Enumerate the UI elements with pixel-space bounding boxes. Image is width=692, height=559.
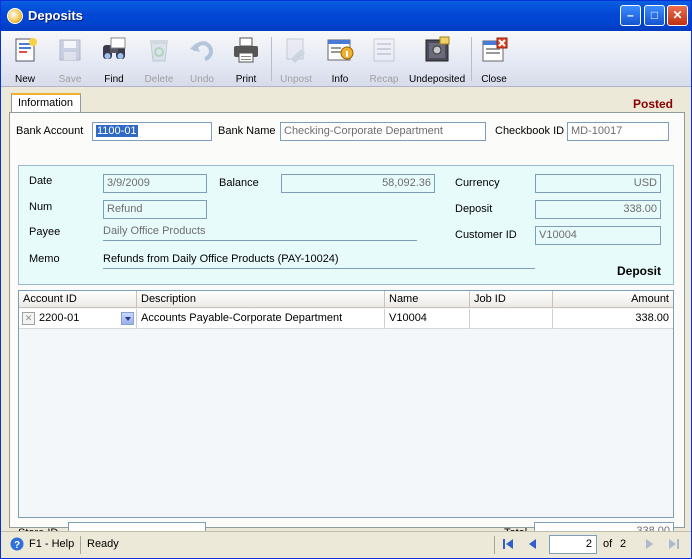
row-delete-icon[interactable]: ✕ — [22, 312, 35, 325]
form-content: Information Posted Bank Account 1100-01 … — [5, 90, 687, 541]
app-icon — [7, 8, 23, 24]
posted-status: Posted — [632, 97, 673, 111]
close-form-icon — [479, 35, 509, 65]
undeposited-button[interactable]: Undeposited — [409, 33, 465, 85]
minimize-button[interactable]: – — [620, 5, 641, 26]
memo-field[interactable]: Refunds from Daily Office Products (PAY-… — [103, 250, 535, 269]
deposit-amount-field[interactable]: 338.00 — [535, 200, 661, 219]
find-button[interactable]: Find — [97, 33, 131, 85]
save-button[interactable]: Save — [53, 33, 87, 85]
title-bar[interactable]: Deposits – □ ✕ — [1, 1, 691, 31]
tab-information[interactable]: Information — [11, 93, 81, 113]
payee-label: Payee — [29, 226, 61, 238]
recap-button[interactable]: Recap — [367, 33, 401, 85]
page-number-input[interactable]: 2 — [549, 535, 597, 554]
info-icon — [325, 35, 355, 65]
safe-icon — [422, 35, 452, 65]
column-amount[interactable]: Amount — [553, 291, 673, 308]
num-field[interactable]: Refund — [103, 200, 207, 219]
page-of-label: of — [603, 538, 613, 550]
toolbar-separator — [271, 37, 272, 81]
undo-arrow-icon — [187, 35, 217, 65]
balance-label: Balance — [219, 177, 259, 189]
deposit-amount-label: Deposit — [455, 203, 493, 215]
delete-button[interactable]: Delete — [141, 33, 177, 85]
bank-account-field[interactable]: 1100-01 — [92, 122, 212, 141]
new-document-icon — [10, 35, 40, 65]
first-record-icon[interactable] — [501, 537, 515, 551]
name-cell[interactable]: V10004 — [385, 309, 470, 329]
table-row[interactable]: ✕ 2200-01 Accounts Payable-Corporate Dep… — [19, 309, 673, 329]
new-button[interactable]: New — [7, 33, 43, 85]
memo-label: Memo — [29, 253, 60, 265]
currency-label: Currency — [455, 177, 500, 189]
total-pages: 2 — [620, 538, 627, 550]
payee-field[interactable]: Daily Office Products — [103, 222, 417, 241]
undo-button[interactable]: Undo — [185, 33, 219, 85]
bank-account-label: Bank Account — [16, 125, 84, 137]
close-button[interactable]: Close — [477, 33, 511, 85]
description-cell[interactable]: Accounts Payable-Corporate Department — [137, 309, 385, 329]
amount-cell[interactable]: 338.00 — [553, 309, 673, 329]
num-label: Num — [29, 201, 53, 213]
recycle-bin-icon — [144, 35, 174, 65]
checkbook-id-label: Checkbook ID — [495, 125, 565, 137]
window-title: Deposits — [28, 8, 83, 23]
next-record-icon[interactable] — [643, 537, 657, 551]
toolbar-separator — [471, 37, 472, 81]
help-icon[interactable]: ? — [10, 537, 24, 554]
unpost-button[interactable]: Unpost — [277, 33, 315, 85]
balance-field: 58,092.36 — [281, 174, 435, 193]
transaction-type-label: Deposit — [616, 264, 661, 278]
customer-id-field[interactable]: V10004 — [535, 226, 661, 245]
status-text: Ready — [87, 538, 119, 550]
deposits-window: Deposits – □ ✕ New Save Find Delete Undo… — [0, 0, 692, 559]
column-description[interactable]: Description — [137, 291, 385, 308]
status-bar: ? F1 - Help Ready 2 of 2 — [1, 531, 691, 558]
last-record-icon[interactable] — [667, 537, 681, 551]
printer-icon — [231, 35, 261, 65]
job-id-cell[interactable] — [470, 309, 553, 329]
column-account-id[interactable]: Account ID — [19, 291, 137, 308]
print-button[interactable]: Print — [229, 33, 263, 85]
column-name[interactable]: Name — [385, 291, 470, 308]
unpost-icon — [281, 35, 311, 65]
bank-name-field[interactable]: Checking-Corporate Department — [280, 122, 486, 141]
previous-record-icon[interactable] — [525, 537, 539, 551]
binoculars-icon — [99, 35, 129, 65]
deposit-detail-grid: Account ID Description Name Job ID Amoun… — [18, 290, 674, 518]
currency-field[interactable]: USD — [535, 174, 661, 193]
customer-id-label: Customer ID — [455, 229, 517, 241]
account-dropdown-icon[interactable] — [121, 312, 134, 325]
help-label[interactable]: F1 - Help — [29, 538, 74, 550]
toolbar: New Save Find Delete Undo Print Unpost I… — [1, 31, 691, 87]
column-job-id[interactable]: Job ID — [470, 291, 553, 308]
account-id-cell[interactable]: ✕ 2200-01 — [19, 309, 137, 329]
recap-icon — [369, 35, 399, 65]
date-label: Date — [29, 175, 53, 187]
close-window-button[interactable]: ✕ — [667, 5, 688, 26]
status-divider — [80, 536, 81, 554]
grid-header: Account ID Description Name Job ID Amoun… — [19, 291, 673, 308]
checkbook-id-field[interactable]: MD-10017 — [567, 122, 669, 141]
date-field[interactable]: 3/9/2009 — [103, 174, 207, 193]
information-panel: Bank Account 1100-01 Bank Name Checking-… — [9, 112, 685, 541]
deposit-details-box: Date 3/9/2009 Balance 58,092.36 Currency… — [18, 165, 674, 285]
bank-name-label: Bank Name — [218, 125, 276, 137]
status-divider — [494, 536, 495, 554]
info-button[interactable]: Info — [323, 33, 357, 85]
maximize-button[interactable]: □ — [644, 5, 665, 26]
save-disk-icon — [55, 35, 85, 65]
svg-text:?: ? — [14, 540, 20, 551]
